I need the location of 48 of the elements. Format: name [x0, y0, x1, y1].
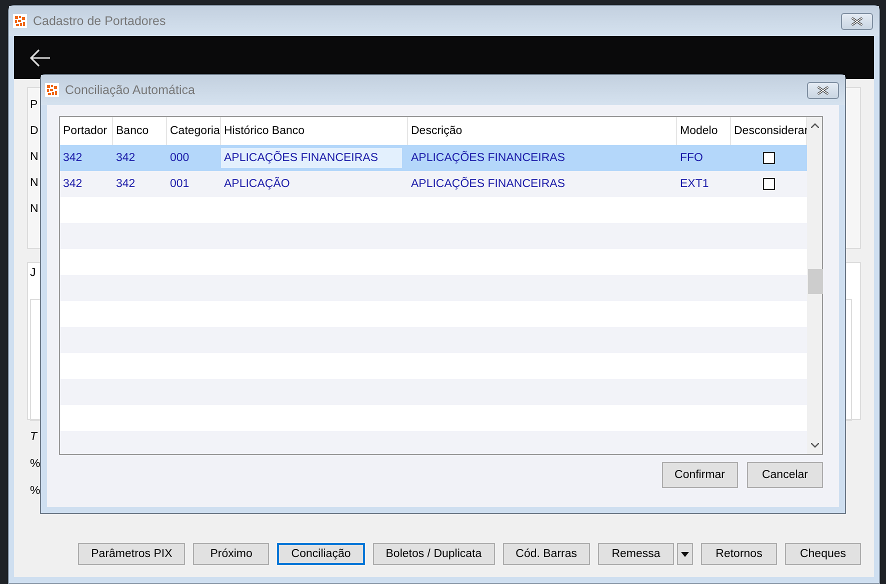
field-label: N — [30, 202, 38, 216]
close-icon — [851, 16, 863, 26]
table-cell-text: FFO — [679, 152, 704, 164]
table-cell-text: 342 — [62, 152, 84, 164]
action-button[interactable]: Cheques — [785, 543, 861, 565]
action-button[interactable]: Boletos / Duplicata — [372, 543, 495, 565]
table-cell-text: 000 — [169, 152, 190, 164]
field-label: P — [30, 98, 38, 112]
action-button[interactable]: Remessa — [598, 543, 674, 565]
action-button[interactable]: Próximo — [193, 543, 270, 565]
table-cell-text: 001 — [169, 178, 190, 190]
table-cell-text: 342 — [62, 178, 84, 190]
action-button[interactable]: Conciliação — [277, 543, 365, 565]
scroll-thumb[interactable] — [808, 269, 823, 294]
table-cell: APLICAÇÕES FINANCEIRAS — [221, 148, 402, 168]
action-button[interactable]: Retornos — [701, 543, 777, 565]
close-button[interactable] — [841, 12, 873, 30]
vertical-scrollbar[interactable] — [807, 117, 822, 454]
close-button[interactable] — [807, 82, 839, 98]
logo-icon — [45, 83, 59, 97]
caret-icon — [681, 552, 689, 556]
action-button[interactable]: Cód. Barras — [502, 543, 590, 565]
dialog-button[interactable]: Cancelar — [747, 462, 823, 488]
field-label: % — [30, 458, 40, 470]
table-cell-text: 342 — [115, 152, 136, 164]
dialog-button[interactable]: Confirmar — [662, 462, 738, 488]
window-title: Cadastro de Portadores — [33, 14, 167, 28]
field-label: % — [30, 485, 40, 497]
table-row[interactable]: 342 342 000 APLICAÇÕES FINANCEIRAS APLICAÇÕES FINANCEIRAS FFO — [60, 145, 807, 171]
table-cell-text: APLICAÇÃO — [223, 178, 291, 190]
table-cell-text: APLICAÇÕES FINANCEIRAS — [410, 178, 566, 190]
field-label: N — [30, 150, 38, 164]
action-button[interactable]: Parâmetros PIX — [78, 543, 186, 565]
table-cell-text: EXT1 — [679, 178, 710, 190]
field-label: N — [30, 176, 38, 190]
close-icon — [817, 86, 829, 94]
dialog-title: Conciliação Automática — [65, 83, 196, 97]
checkbox[interactable] — [763, 178, 775, 190]
field-label: D — [30, 124, 38, 138]
table-row[interactable]: 342 342 001 APLICAÇÃO APLICAÇÕES FINANCEIRAS EXT1 — [60, 171, 807, 197]
checkbox[interactable] — [763, 152, 775, 164]
back-arrow-icon[interactable] — [29, 48, 51, 66]
table-cell-text: 342 — [115, 178, 136, 190]
tab[interactable]: J — [30, 267, 36, 279]
table-cell-text: APLICAÇÕES FINANCEIRAS — [410, 152, 566, 164]
dropdown-button[interactable] — [677, 543, 693, 565]
field-label: T — [30, 431, 38, 443]
logo-icon — [13, 14, 27, 28]
